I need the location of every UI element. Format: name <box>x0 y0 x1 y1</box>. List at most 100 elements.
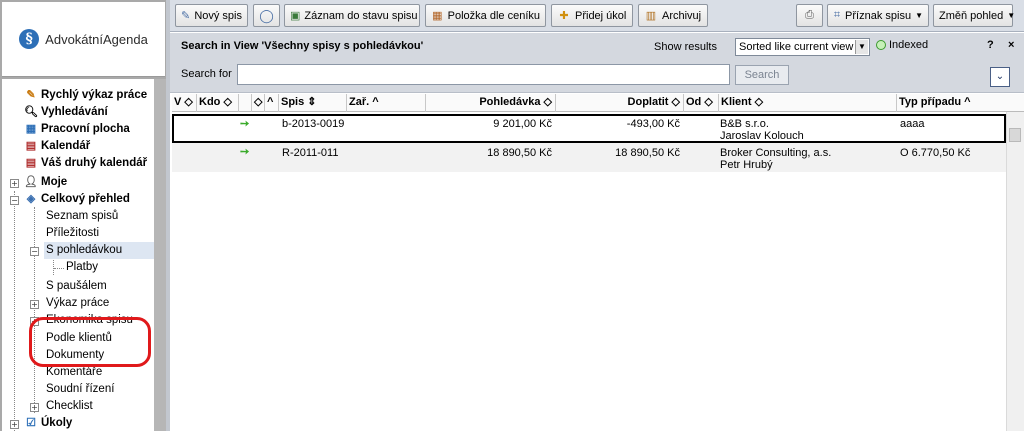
expand-toggle[interactable]: + <box>30 300 39 309</box>
arrow-right-icon[interactable]: ➙ <box>240 118 249 130</box>
search-for-label: Search for <box>181 68 232 80</box>
table-row[interactable]: ➙ R-2011-011 18 890,50 Kč 18 890,50 Kč B… <box>172 143 1006 172</box>
column-header-klient[interactable]: Klient ◇ <box>719 94 897 112</box>
nav-item-flat-fee[interactable]: S paušálem <box>46 278 107 295</box>
cell-klient-company: B&B s.r.o. <box>720 118 769 130</box>
change-view-button[interactable]: Změň pohled ▼ <box>933 4 1016 27</box>
arrow-right-icon[interactable]: ➙ <box>240 146 249 158</box>
grid-scrollbar[interactable] <box>1006 112 1024 431</box>
search-input[interactable] <box>237 64 730 85</box>
tree-scrollbar[interactable] <box>154 79 166 431</box>
dropdown-arrow-icon: ▼ <box>1007 11 1016 20</box>
app-logo: § AdvokátníAgenda <box>2 2 165 77</box>
comment-button[interactable]: ◯ <box>253 4 280 27</box>
column-header-blank <box>239 94 252 112</box>
nav-label: Rychlý výkaz práce <box>41 89 148 101</box>
table-row[interactable]: ➙ b-2013-0019 9 201,00 Kč -493,00 Kč B&B… <box>172 114 1006 143</box>
add-task-button[interactable]: ✚ Přidej úkol <box>551 4 633 27</box>
nav-label: Váš druhý kalendář <box>41 157 148 169</box>
grid-body: ➙ b-2013-0019 9 201,00 Kč -493,00 Kč B&B… <box>172 112 1006 431</box>
navigation-tree: ✎ Rychlý výkaz práce 🔍︎ Vyhledávání ▦ Pr… <box>2 79 154 431</box>
nav-item-court[interactable]: Soudní řízení <box>46 381 114 398</box>
nav-item-desktop[interactable]: ▦ Pracovní plocha <box>24 121 130 138</box>
nav-item-calendar[interactable]: ▤ Kalendář <box>24 138 90 155</box>
column-header-spis[interactable]: Spis ⇕ <box>279 94 347 112</box>
archive-button[interactable]: ▥ Archivuj <box>638 4 708 27</box>
show-results-label: Show results <box>654 41 717 53</box>
user-icon: 👤︎ <box>24 176 38 188</box>
nav-item-search[interactable]: 🔍︎ Vyhledávání <box>24 104 108 121</box>
column-header-typ-pripadu[interactable]: Typ případu ^ <box>897 94 1024 112</box>
nav-label: S paušálem <box>46 280 107 292</box>
logo-badge: § <box>19 29 40 49</box>
print-button[interactable]: ⎙ <box>796 4 823 27</box>
nav-label: Příležitosti <box>46 227 100 239</box>
view-title: Search in View 'Všechny spisy s pohledáv… <box>181 40 424 52</box>
quick-timesheet-icon: ✎ <box>26 89 36 101</box>
nav-item-opportunities[interactable]: Příležitosti <box>46 225 99 242</box>
left-panel: § AdvokátníAgenda ✎ Rychlý výkaz práce 🔍… <box>0 0 166 431</box>
tree-line <box>34 207 35 413</box>
collapse-toggle[interactable]: − <box>10 196 19 205</box>
column-header-pohledavka[interactable]: Pohledávka ◇ <box>426 94 556 112</box>
pencil-icon: ✎ <box>181 10 191 22</box>
nav-item-timesheet[interactable]: Výkaz práce <box>46 295 109 312</box>
nav-item-payments[interactable]: Platby <box>66 259 98 276</box>
price-list-item-button[interactable]: ▦ Položka dle ceníku <box>425 4 546 27</box>
task-icon: ✚ <box>559 10 569 22</box>
expand-toggle[interactable]: + <box>30 403 39 412</box>
dropdown-arrow-icon: ▼ <box>915 11 923 20</box>
sort-select[interactable]: Sorted like current view ▼ <box>735 38 870 56</box>
column-header-icon[interactable]: ◇ <box>252 94 265 112</box>
new-case-button[interactable]: ✎ Nový spis <box>175 4 248 27</box>
nav-item-tasks[interactable]: ☑ Úkoly <box>24 415 72 431</box>
expand-panel-button[interactable]: ⌄ <box>990 67 1010 87</box>
cell-klient-company: Broker Consulting, a.s. <box>720 147 832 159</box>
annotation-ring <box>29 317 151 367</box>
nav-item-quick-timesheet[interactable]: ✎ Rychlý výkaz práce <box>24 87 147 104</box>
help-button[interactable]: ? <box>987 39 994 51</box>
overview-icon: ◈ <box>26 193 36 205</box>
nav-label: S pohledávkou <box>46 244 123 256</box>
nav-label: Moje <box>41 176 68 188</box>
column-header-kdo[interactable]: Kdo ◇ <box>197 94 239 112</box>
nav-item-second-calendar[interactable]: ▤ Váš druhý kalendář <box>24 155 147 172</box>
tag-icon: ⌗ <box>833 9 841 21</box>
tree-line <box>53 257 54 275</box>
close-button[interactable]: × <box>1008 39 1014 51</box>
nav-item-checklist[interactable]: Checklist <box>46 398 93 415</box>
indexed-label: Indexed <box>889 39 929 51</box>
column-header-doplatit[interactable]: Doplatit ◇ <box>556 94 684 112</box>
expand-toggle[interactable]: + <box>10 420 19 429</box>
printer-icon: ⎙ <box>805 9 814 21</box>
desktop-icon: ▦ <box>25 123 37 135</box>
cell-klient-person: Petr Hrubý <box>720 159 773 171</box>
collapse-toggle[interactable]: − <box>30 247 39 256</box>
expand-toggle[interactable]: + <box>10 179 19 188</box>
column-header-od[interactable]: Od ◇ <box>684 94 719 112</box>
case-flag-button[interactable]: ⌗ Příznak spisu ▼ <box>827 4 929 27</box>
nav-label: Kalendář <box>41 140 91 152</box>
grid-icon: ▦ <box>432 10 443 22</box>
cell-doplatit: -493,00 Kč <box>626 118 680 130</box>
tree-line <box>14 191 15 431</box>
search-button[interactable]: Search <box>735 65 789 85</box>
nav-item-mine[interactable]: 👤︎ Moje <box>24 174 67 191</box>
nav-item-overview[interactable]: ◈ Celkový přehled <box>24 191 130 208</box>
cell-spis: R-2011-011 <box>282 147 339 159</box>
column-header-zarazeni[interactable]: Zař. ^ <box>347 94 426 112</box>
cell-typ-pripadu: aaaa <box>900 118 925 130</box>
case-status-record-button[interactable]: ▣ Záznam do stavu spisu <box>284 4 420 27</box>
logo-text: AdvokátníAgenda <box>45 31 148 47</box>
nav-item-with-receivables[interactable]: S pohledávkou <box>44 242 154 259</box>
calendar-icon: ▤ <box>25 140 37 152</box>
scrollbar-thumb[interactable] <box>1009 128 1021 142</box>
column-header-sort[interactable]: ^ <box>265 94 279 112</box>
sort-select-value: Sorted like current view <box>739 41 854 53</box>
nav-item-case-list[interactable]: Seznam spisů <box>46 208 118 225</box>
cell-spis: b-2013-0019 <box>282 118 345 130</box>
magnifier-icon: 🔍︎ <box>24 106 38 118</box>
column-header-v[interactable]: V ◇ <box>172 94 197 112</box>
indexed-status: Indexed <box>876 39 928 51</box>
nav-label: Výkaz práce <box>46 297 110 309</box>
